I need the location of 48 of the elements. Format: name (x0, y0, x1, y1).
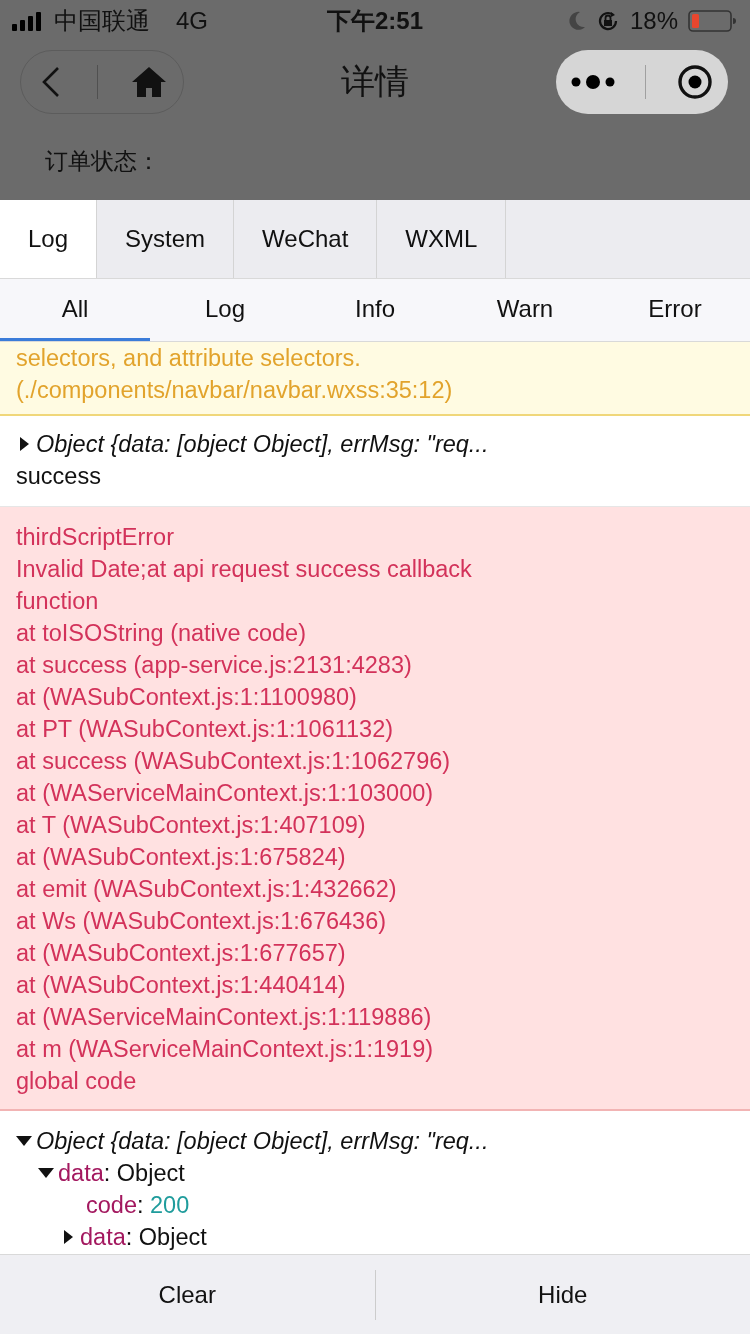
error-line: at emit (WASubContext.js:1:432662) (16, 875, 397, 904)
error-line: at T (WASubContext.js:1:407109) (16, 811, 366, 840)
clear-button[interactable]: Clear (0, 1255, 375, 1334)
moon-icon (567, 11, 586, 31)
more-button[interactable] (571, 74, 616, 90)
error-line: at toISOString (native code) (16, 619, 306, 648)
error-line: at (WASubContext.js:1:1100980) (16, 683, 357, 712)
error-line: at success (app-service.js:2131:4283) (16, 651, 412, 680)
clock-time: 下午2:51 (326, 6, 423, 36)
error-line: global code (16, 1067, 137, 1096)
error-line: at (WAServiceMainContext.js:1:119886) (16, 1003, 432, 1032)
property-label: data: Object (58, 1159, 185, 1188)
error-line: at success (WASubContext.js:1:1062796) (16, 747, 451, 776)
page-title: 详情 (341, 61, 409, 102)
error-line: Invalid Date;at api request success callback (16, 555, 472, 584)
caret-icon[interactable] (20, 437, 29, 451)
field-label: 订单状态： (45, 147, 160, 176)
error-line: at (WAServiceMainContext.js:1:103000) (16, 779, 434, 808)
error-line: at PT (WASubContext.js:1:1061132) (16, 715, 394, 744)
filter-tab[interactable]: Warn (450, 279, 600, 341)
error-line: at (WASubContext.js:1:675824) (16, 843, 346, 872)
warning-line: selectors, and attribute selectors. (16, 344, 361, 373)
error-line: at m (WAServiceMainContext.js:1:1919) (16, 1035, 434, 1064)
error-line: at (WASubContext.js:1:440414) (16, 971, 346, 1000)
warning-line: (./components/navbar/navbar.wxss:35:12) (16, 376, 453, 405)
error-line: function (16, 587, 99, 616)
object-summary[interactable]: Object {data: [object Object], errMsg: "req... (36, 428, 489, 460)
battery-percent: 18% (629, 7, 678, 35)
error-line: thirdScriptError (16, 523, 174, 552)
error-line: at (WASubContext.js:1:677657) (16, 939, 346, 968)
caret-icon[interactable] (64, 1230, 73, 1244)
error-line: at Ws (WASubContext.js:1:676436) (16, 907, 387, 936)
log-line: success (16, 462, 101, 491)
hide-button[interactable]: Hide (375, 1255, 750, 1334)
caret-icon[interactable] (38, 1168, 54, 1178)
close-button[interactable] (676, 64, 713, 100)
home-button[interactable] (130, 65, 167, 99)
console-tab[interactable]: Log (0, 200, 98, 278)
network-type: 4G (176, 7, 208, 35)
property-label: code: 200 (86, 1191, 190, 1220)
carrier-name: 中国联通 (54, 6, 150, 36)
caret-icon[interactable] (16, 1136, 32, 1146)
property-label: data: Object (80, 1223, 207, 1252)
object-summary[interactable]: Object {data: [object Object], errMsg: "req... (36, 1125, 489, 1157)
filter-tab[interactable]: Log (150, 279, 300, 341)
filter-tab[interactable]: Info (300, 279, 450, 341)
filter-tab[interactable]: Error (600, 279, 750, 341)
battery-icon (688, 10, 736, 32)
